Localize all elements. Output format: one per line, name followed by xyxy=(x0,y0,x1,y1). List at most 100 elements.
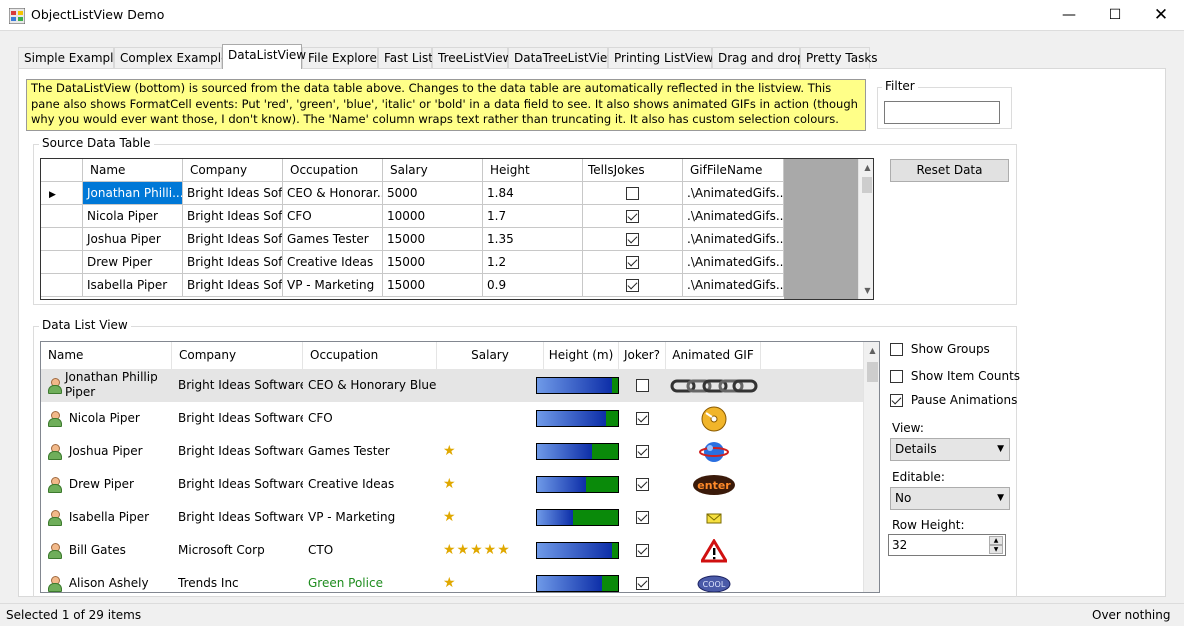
pause-animations-checkbox[interactable] xyxy=(890,394,903,407)
list-item[interactable]: Drew Piper Bright Ideas Software Creative… xyxy=(41,468,863,501)
maximize-button[interactable]: ☐ xyxy=(1092,0,1138,31)
grid-cell-company[interactable]: Bright Ideas Sof... xyxy=(183,228,283,251)
grid-row-header[interactable]: ▶ xyxy=(41,182,83,205)
tab-file-explorer[interactable]: File Explorer xyxy=(302,47,382,68)
grid-row-header[interactable] xyxy=(41,228,83,251)
grid-cell-salary[interactable]: 15000 xyxy=(383,274,483,297)
grid-cell-occupation[interactable]: CEO & Honorar... xyxy=(283,182,383,205)
list-header-company[interactable]: Company xyxy=(172,342,303,369)
tells-jokes-checkbox[interactable] xyxy=(626,233,639,246)
list-scroll-up-icon[interactable]: ▲ xyxy=(864,342,879,359)
grid-row-header[interactable] xyxy=(41,205,83,228)
grid-cell-gif[interactable]: .\AnimatedGifs... xyxy=(683,251,784,274)
list-item[interactable]: Nicola Piper Bright Ideas Software CFO xyxy=(41,402,863,435)
spin-up-icon[interactable]: ▲ xyxy=(989,536,1003,545)
tells-jokes-checkbox[interactable] xyxy=(626,279,639,292)
close-button[interactable]: ✕ xyxy=(1138,0,1184,31)
joker-checkbox[interactable] xyxy=(636,577,649,590)
grid-cell-occupation[interactable]: Games Tester xyxy=(283,228,383,251)
grid-vertical-scrollbar[interactable]: ▲ ▼ xyxy=(858,159,873,299)
tab-simple-example[interactable]: Simple Example xyxy=(18,47,121,68)
scroll-thumb[interactable] xyxy=(862,177,872,193)
joker-checkbox[interactable] xyxy=(636,445,649,458)
joker-checkbox[interactable] xyxy=(636,478,649,491)
tab-datatreelistview[interactable]: DataTreeListView xyxy=(508,47,617,68)
row-height-spinner[interactable]: 32 ▲ ▼ xyxy=(888,534,1006,556)
joker-checkbox[interactable] xyxy=(636,379,649,392)
minimize-button[interactable]: — xyxy=(1046,0,1092,31)
list-cell-joker[interactable] xyxy=(619,534,666,567)
grid-cell-gif[interactable]: .\AnimatedGifs... xyxy=(683,274,784,297)
grid-cell-name[interactable]: Nicola Piper xyxy=(83,205,183,228)
joker-checkbox[interactable] xyxy=(636,511,649,524)
list-header-height-m[interactable]: Height (m) xyxy=(544,342,619,369)
tab-datalistview[interactable]: DataListView xyxy=(222,44,306,69)
view-combo[interactable]: Details ▼ xyxy=(890,438,1010,461)
list-header-name[interactable]: Name xyxy=(41,342,172,369)
grid-cell-height[interactable]: 1.7 xyxy=(483,205,583,228)
grid-cell-tellsjokes[interactable] xyxy=(583,251,683,274)
grid-cell-company[interactable]: Bright Ideas Sof... xyxy=(183,182,283,205)
grid-cell-gif[interactable]: .\AnimatedGifs... xyxy=(683,205,784,228)
list-cell-joker[interactable] xyxy=(619,369,666,402)
tab-pretty-tasks[interactable]: Pretty Tasks xyxy=(800,47,878,68)
grid-cell-salary[interactable]: 10000 xyxy=(383,205,483,228)
list-header-joker[interactable]: Joker? xyxy=(619,342,666,369)
joker-checkbox[interactable] xyxy=(636,412,649,425)
grid-cell-tellsjokes[interactable] xyxy=(583,182,683,205)
list-cell-joker[interactable] xyxy=(619,567,666,592)
grid-row-header[interactable] xyxy=(41,274,83,297)
filter-input[interactable] xyxy=(884,101,1000,124)
data-list-view[interactable]: Name Company Occupation Salary Height (m) Jok… xyxy=(40,341,880,593)
list-cell-joker[interactable] xyxy=(619,501,666,534)
joker-checkbox[interactable] xyxy=(636,544,649,557)
grid-cell-name[interactable]: Joshua Piper xyxy=(83,228,183,251)
scroll-down-icon[interactable]: ▼ xyxy=(859,282,873,299)
grid-cell-name[interactable]: Jonathan Philli... xyxy=(83,182,183,205)
grid-cell-occupation[interactable]: VP - Marketing xyxy=(283,274,383,297)
grid-cell-tellsjokes[interactable] xyxy=(583,205,683,228)
grid-header-salary[interactable]: Salary xyxy=(383,159,483,182)
grid-header-occupation[interactable]: Occupation xyxy=(283,159,383,182)
list-item[interactable]: Jonathan Phillip Piper Bright Ideas Soft… xyxy=(41,369,863,402)
tab-fast-list[interactable]: Fast List xyxy=(378,47,433,68)
scroll-up-icon[interactable]: ▲ xyxy=(859,159,873,176)
grid-cell-occupation[interactable]: Creative Ideas xyxy=(283,251,383,274)
list-item[interactable]: Isabella Piper Bright Ideas Software VP -… xyxy=(41,501,863,534)
list-vertical-scrollbar[interactable]: ▲ xyxy=(863,342,879,592)
grid-cell-name[interactable]: Drew Piper xyxy=(83,251,183,274)
list-scroll-thumb[interactable] xyxy=(867,362,878,382)
list-cell-joker[interactable] xyxy=(619,402,666,435)
grid-cell-height[interactable]: 0.9 xyxy=(483,274,583,297)
list-header-salary[interactable]: Salary xyxy=(437,342,544,369)
grid-cell-salary[interactable]: 15000 xyxy=(383,251,483,274)
tab-printing-listviews[interactable]: Printing ListViews xyxy=(608,47,720,68)
list-item[interactable]: Joshua Piper Bright Ideas Software Games … xyxy=(41,435,863,468)
tells-jokes-checkbox[interactable] xyxy=(626,187,639,200)
grid-cell-salary[interactable]: 15000 xyxy=(383,228,483,251)
list-cell-joker[interactable] xyxy=(619,468,666,501)
list-item[interactable]: Alison Ashely Trends Inc Green Police ★ COO… xyxy=(41,567,863,592)
tab-drag-and-drop[interactable]: Drag and drop xyxy=(712,47,805,68)
pause-animations-option[interactable]: Pause Animations xyxy=(890,393,1017,407)
grid-header-company[interactable]: Company xyxy=(183,159,283,182)
grid-cell-gif[interactable]: .\AnimatedGifs... xyxy=(683,228,784,251)
grid-cell-height[interactable]: 1.84 xyxy=(483,182,583,205)
grid-cell-company[interactable]: Bright Ideas Sof... xyxy=(183,251,283,274)
tab-treelistview[interactable]: TreeListView xyxy=(432,47,512,68)
show-groups-option[interactable]: Show Groups xyxy=(890,342,990,356)
grid-cell-tellsjokes[interactable] xyxy=(583,228,683,251)
list-header-animated-gif[interactable]: Animated GIF xyxy=(666,342,761,369)
tab-complex-example[interactable]: Complex Example xyxy=(114,47,229,68)
grid-header-tellsjokes[interactable]: TellsJokes xyxy=(583,159,683,182)
grid-cell-occupation[interactable]: CFO xyxy=(283,205,383,228)
grid-cell-height[interactable]: 1.35 xyxy=(483,228,583,251)
show-groups-checkbox[interactable] xyxy=(890,343,903,356)
row-height-value[interactable]: 32 xyxy=(892,538,907,552)
grid-cell-company[interactable]: Bright Ideas Sof... xyxy=(183,205,283,228)
grid-cell-height[interactable]: 1.2 xyxy=(483,251,583,274)
show-item-counts-checkbox[interactable] xyxy=(890,370,903,383)
grid-header-height[interactable]: Height xyxy=(483,159,583,182)
grid-cell-tellsjokes[interactable] xyxy=(583,274,683,297)
grid-header-giffilename[interactable]: GifFileName xyxy=(683,159,784,182)
